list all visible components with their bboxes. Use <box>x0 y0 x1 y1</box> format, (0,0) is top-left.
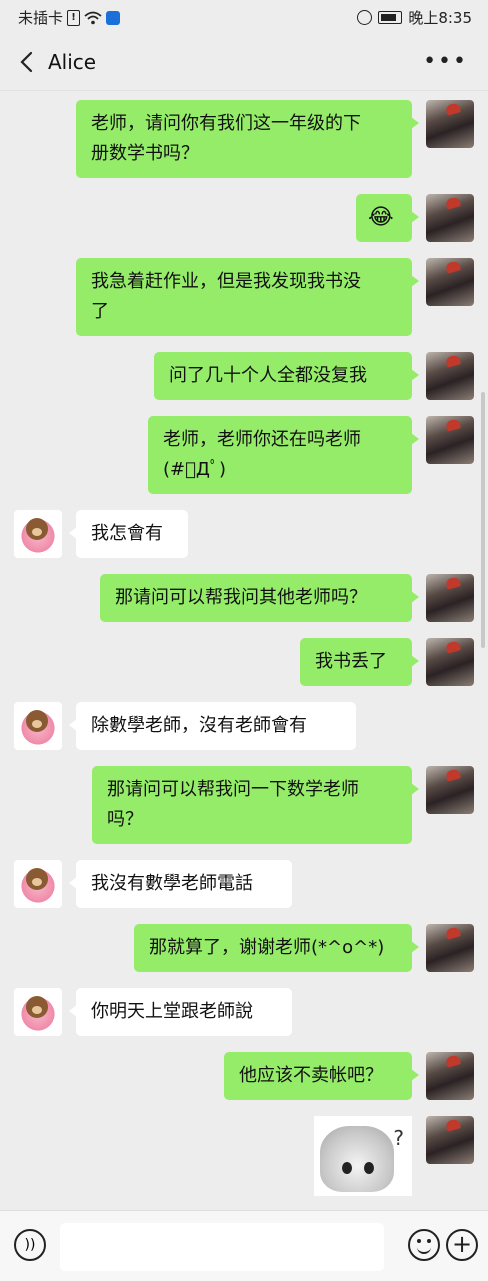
emoji-smile-icon[interactable] <box>408 1229 440 1261</box>
cat-sticker-face <box>320 1126 394 1192</box>
my-avatar[interactable] <box>426 924 474 972</box>
message-line: 老师，老师你还在吗老师 <box>163 429 361 450</box>
outgoing-message[interactable]: 我书丢了 <box>300 638 419 686</box>
back-arrow-icon[interactable] <box>16 50 40 74</box>
message-list[interactable]: 老师，请问你有我们这一年级的下 册数学书吗？ 😂 我急着赶作业，但是我发现我书没… <box>0 90 488 1210</box>
my-avatar[interactable] <box>426 1116 474 1164</box>
incoming-message[interactable]: 我怎會有 <box>69 510 188 558</box>
message-text: 他应该不卖帐吧？ <box>239 1065 383 1086</box>
message-text: 那就算了，谢谢老师(*^o^*) <box>149 937 385 958</box>
bear-face <box>26 996 48 1018</box>
message-line: 吗？ <box>107 809 143 830</box>
message-line: (#ﾟДﾟ) <box>163 459 226 480</box>
input-bar: )) + <box>0 1210 488 1281</box>
chat-title: Alice <box>48 50 97 74</box>
contact-avatar[interactable] <box>14 702 62 750</box>
message-text: 我沒有數學老師電話 <box>91 873 253 894</box>
contact-avatar[interactable] <box>14 860 62 908</box>
question-mark: ? <box>393 1126 404 1150</box>
cat-eye <box>364 1162 374 1174</box>
message-text: 除數學老師，沒有老師會有 <box>91 715 307 736</box>
my-avatar[interactable] <box>426 258 474 306</box>
outgoing-message[interactable]: 那请问可以帮我问其他老师吗？ <box>100 574 419 622</box>
contact-avatar[interactable] <box>14 510 62 558</box>
more-options-icon[interactable]: ••• <box>423 51 468 73</box>
chat-header: Alice ••• <box>0 36 488 91</box>
message-line: 了 <box>91 301 109 322</box>
cat-eye <box>342 1162 352 1174</box>
outgoing-message[interactable]: 他应该不卖帐吧？ <box>224 1052 419 1100</box>
message-text: 那请问可以帮我问其他老师吗？ <box>115 587 367 608</box>
scrollbar[interactable] <box>481 392 485 648</box>
message-line: 那请问可以帮我问一下数学老师 <box>107 779 359 800</box>
sim-warning-icon: ! <box>67 9 81 26</box>
wifi-icon <box>84 11 102 24</box>
my-avatar[interactable] <box>426 638 474 686</box>
incoming-message[interactable]: 除數學老師，沒有老師會有 <box>69 702 356 750</box>
contact-avatar[interactable] <box>14 988 62 1036</box>
message-line: 册数学书吗？ <box>91 143 199 164</box>
message-line: 老师，请问你有我们这一年级的下 <box>91 113 361 134</box>
outgoing-message[interactable]: 那就算了，谢谢老师(*^o^*) <box>134 924 419 972</box>
carrier-label: 未插卡 <box>18 9 64 27</box>
message-text: 你明天上堂跟老師說 <box>91 1001 253 1022</box>
outgoing-message[interactable]: 我急着赶作业，但是我发现我书没 了 <box>76 258 419 336</box>
bear-face <box>26 868 48 890</box>
plus-icon[interactable]: + <box>446 1229 478 1261</box>
my-avatar[interactable] <box>426 352 474 400</box>
message-text: 我书丢了 <box>315 651 387 672</box>
my-avatar[interactable] <box>426 100 474 148</box>
status-bar: 未插卡 ! 晚上8:35 <box>0 0 488 36</box>
message-line: 我急着赶作业，但是我发现我书没 <box>91 271 361 292</box>
bear-face <box>26 518 48 540</box>
voice-input-icon[interactable]: )) <box>14 1229 46 1261</box>
my-avatar[interactable] <box>426 574 474 622</box>
outgoing-message[interactable]: 😂 <box>356 194 419 242</box>
my-avatar[interactable] <box>426 194 474 242</box>
cat-sticker-message[interactable]: ? <box>314 1116 412 1196</box>
incoming-message[interactable]: 我沒有數學老師電話 <box>69 860 292 908</box>
battery-icon <box>378 11 403 24</box>
security-shield-icon <box>106 10 121 25</box>
alarm-icon <box>357 10 373 25</box>
my-avatar[interactable] <box>426 416 474 464</box>
my-avatar[interactable] <box>426 1052 474 1100</box>
outgoing-message[interactable]: 老师，请问你有我们这一年级的下 册数学书吗？ <box>76 100 419 178</box>
outgoing-message[interactable]: 老师，老师你还在吗老师 (#ﾟДﾟ) <box>148 416 419 494</box>
my-avatar[interactable] <box>426 766 474 814</box>
bear-face <box>26 710 48 732</box>
message-text: 我怎會有 <box>91 523 163 544</box>
outgoing-message[interactable]: 那请问可以帮我问一下数学老师 吗？ <box>92 766 419 844</box>
message-input[interactable] <box>60 1223 384 1271</box>
clock-time: 晚上8:35 <box>408 9 472 27</box>
incoming-message[interactable]: 你明天上堂跟老師說 <box>69 988 292 1036</box>
outgoing-message[interactable]: 问了几十个人全都没复我 <box>154 352 419 400</box>
message-text: 问了几十个人全都没复我 <box>169 365 367 386</box>
laughing-tears-emoji: 😂 <box>368 205 394 230</box>
